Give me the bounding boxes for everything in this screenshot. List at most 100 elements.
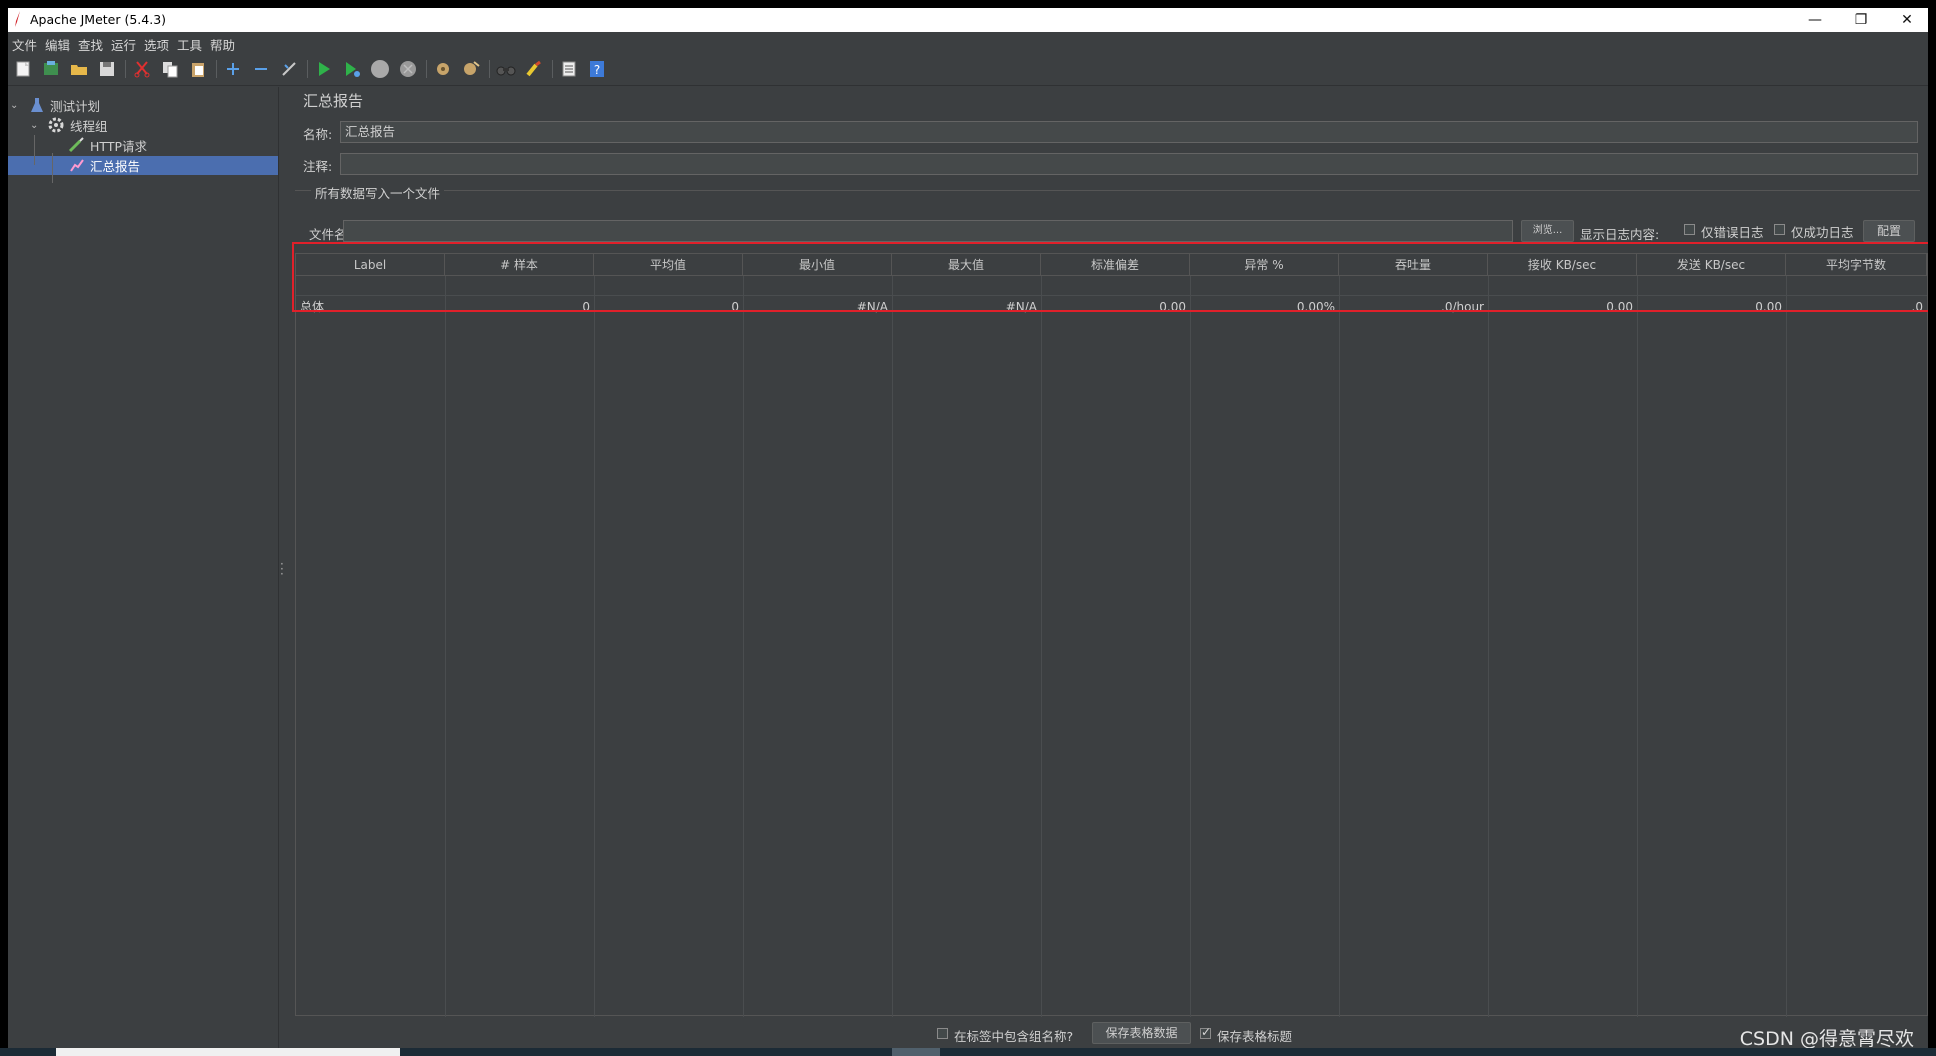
stop-icon[interactable] (369, 58, 391, 80)
test-plan-tree: ⌄ 测试计划 ⌄ 线程组 HTTP请求 汇总报告 (8, 87, 279, 1048)
column-header-samples[interactable]: # 样本 (445, 254, 594, 276)
table-cell: #N/A (856, 300, 888, 314)
save-table-data-button[interactable]: 保存表格数据 (1092, 1022, 1191, 1044)
errors-only-label: 仅错误日志 (1701, 225, 1764, 240)
column-header-label[interactable]: Label (296, 254, 445, 276)
restore-button[interactable]: ❐ (1838, 8, 1884, 32)
table-cell: .0/hour (1441, 300, 1484, 314)
panel-title: 汇总报告 (303, 92, 364, 110)
paste-icon[interactable] (187, 58, 209, 80)
toolbar: ? (8, 53, 1928, 86)
include-group-label: 在标签中包含组名称? (954, 1029, 1074, 1044)
include-group-checkbox[interactable] (937, 1028, 948, 1039)
save-header-label: 保存表格标题 (1217, 1029, 1293, 1044)
column-header-average[interactable]: 平均值 (594, 254, 743, 276)
summary-table: Label # 样本 平均值 最小值 最大值 标准偏差 异常 % 吞吐量 接收 … (295, 253, 1928, 1017)
chevron-down-icon[interactable]: ⌄ (10, 100, 18, 111)
table-cell: #N/A (1005, 300, 1037, 314)
bottom-bar: 在标签中包含组名称? 保存表格数据 保存表格标题 (295, 1017, 1928, 1048)
drag-handle-icon[interactable]: · · · (280, 558, 284, 580)
jmeter-window: Apache JMeter (5.4.3) — ❐ ✕ 文件 编辑 查找 运行 … (8, 8, 1928, 1048)
toggle-icon[interactable] (278, 58, 300, 80)
tree-line (34, 135, 35, 165)
success-only-label: 仅成功日志 (1791, 225, 1854, 240)
start-no-pause-icon[interactable] (341, 58, 363, 80)
column-header-std-dev[interactable]: 标准偏差 (1041, 254, 1190, 276)
name-label: 名称: (303, 127, 333, 142)
errors-only-checkbox[interactable] (1684, 224, 1695, 235)
name-field[interactable]: 汇总报告 (340, 121, 1918, 143)
help-icon[interactable]: ? (586, 58, 608, 80)
clear-icon[interactable] (432, 58, 454, 80)
minimize-button[interactable]: — (1792, 8, 1838, 32)
menu-edit[interactable]: 编辑 (45, 35, 70, 54)
shutdown-icon[interactable] (397, 58, 419, 80)
taskbar (0, 1048, 1936, 1056)
clear-all-icon[interactable] (460, 58, 482, 80)
taskbar-item[interactable] (56, 1048, 400, 1056)
chevron-down-icon[interactable]: ⌄ (30, 120, 38, 131)
table-cell: 0 (582, 300, 590, 314)
reset-search-icon[interactable] (523, 58, 545, 80)
start-icon[interactable] (313, 58, 335, 80)
file-section-title: 所有数据写入一个文件 (311, 183, 445, 202)
menu-help[interactable]: 帮助 (210, 35, 235, 54)
column-header-avg-bytes[interactable]: 平均字节数 (1786, 254, 1927, 276)
table-cell: 0 (731, 300, 739, 314)
tree-item-test-plan[interactable]: ⌄ 测试计划 (8, 96, 278, 115)
column-header-min[interactable]: 最小值 (743, 254, 892, 276)
success-only-checkbox[interactable] (1774, 224, 1785, 235)
table-row[interactable]: 总体 0 0 #N/A #N/A 0.00 0.00% .0/hour 0.00… (296, 276, 1927, 314)
pipette-icon (68, 137, 84, 153)
svg-text:?: ? (594, 63, 600, 77)
chart-icon (70, 159, 84, 172)
window-title: Apache JMeter (5.4.3) (30, 12, 167, 27)
log-content-label: 显示日志内容: (1580, 227, 1660, 242)
taskbar-item[interactable] (892, 1048, 940, 1056)
function-helper-icon[interactable] (558, 58, 580, 80)
expand-icon[interactable] (222, 58, 244, 80)
menu-bar: 文件 编辑 查找 运行 选项 工具 帮助 (8, 32, 1928, 54)
table-cell: .0 (1911, 300, 1923, 314)
column-header-error-pct[interactable]: 异常 % (1190, 254, 1339, 276)
tree-item-summary-report[interactable]: 汇总报告 (8, 156, 278, 175)
tree-item-thread-group[interactable]: ⌄ 线程组 (8, 116, 278, 135)
menu-search[interactable]: 查找 (78, 35, 103, 54)
collapse-icon[interactable] (250, 58, 272, 80)
tree-item-http-request[interactable]: HTTP请求 (8, 136, 278, 155)
menu-options[interactable]: 选项 (144, 35, 169, 54)
configure-button[interactable]: 配置 (1863, 220, 1915, 242)
split-pane-divider[interactable]: · · · (279, 87, 287, 1048)
menu-tools[interactable]: 工具 (177, 35, 202, 54)
column-header-sent[interactable]: 发送 KB/sec (1637, 254, 1786, 276)
column-header-throughput[interactable]: 吞吐量 (1339, 254, 1488, 276)
column-header-received[interactable]: 接收 KB/sec (1488, 254, 1637, 276)
browse-button[interactable]: 浏览... (1521, 220, 1574, 242)
new-icon[interactable] (12, 58, 34, 80)
table-cell: 总体 (300, 300, 325, 314)
comment-field[interactable] (340, 153, 1918, 175)
cut-icon[interactable] (131, 58, 153, 80)
column-header-max[interactable]: 最大值 (892, 254, 1041, 276)
open-icon[interactable] (68, 58, 90, 80)
gear-icon (48, 117, 64, 133)
menu-file[interactable]: 文件 (12, 35, 37, 54)
search-icon[interactable] (495, 58, 517, 80)
tree-item-label: HTTP请求 (90, 139, 147, 154)
comment-label: 注释: (303, 159, 333, 174)
templates-icon[interactable] (40, 58, 62, 80)
jmeter-feather-icon (15, 11, 20, 27)
watermark: CSDN @得意霄尽欢 (1739, 1028, 1914, 1048)
tree-item-label: 线程组 (70, 119, 108, 134)
table-cell: 0.00% (1296, 300, 1335, 314)
file-field[interactable] (343, 220, 1513, 242)
flask-icon (31, 98, 43, 112)
menu-run[interactable]: 运行 (111, 35, 136, 54)
title-bar: Apache JMeter (5.4.3) — ❐ ✕ (8, 8, 1928, 32)
save-icon[interactable] (96, 58, 118, 80)
save-header-checkbox[interactable] (1200, 1025, 1211, 1039)
copy-icon[interactable] (159, 58, 181, 80)
close-button[interactable]: ✕ (1884, 8, 1928, 32)
tree-line (52, 153, 53, 183)
tree-item-label: 测试计划 (50, 99, 101, 114)
